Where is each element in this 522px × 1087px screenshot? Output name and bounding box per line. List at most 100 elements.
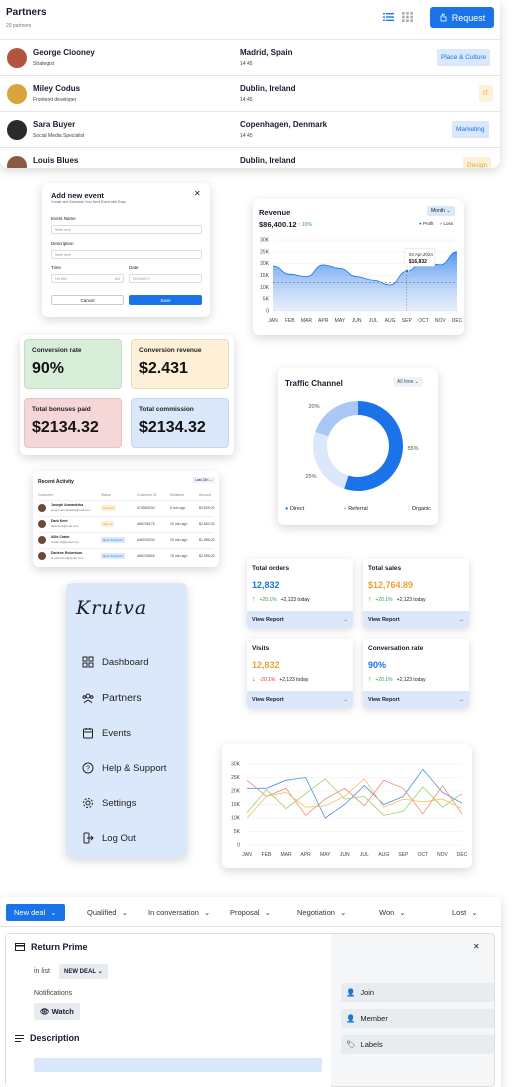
close-icon[interactable]: ✕ (194, 189, 201, 198)
y-tick: 0 (237, 843, 240, 849)
description-input[interactable]: Write here (51, 250, 202, 259)
partner-location: Dublin, Ireland (240, 84, 296, 93)
stat-value: $2134.32 (139, 419, 206, 436)
sidebar-item-logout[interactable]: Log Out (82, 832, 136, 844)
partner-row[interactable]: Sara Buyer Social Media Specialist Copenha… (0, 111, 500, 147)
view-report-link[interactable]: View Report → (363, 691, 469, 708)
event-title: Add new event (51, 191, 104, 200)
stat-label: Total bonuses paid (32, 406, 91, 413)
view-report-link[interactable]: View Report → (363, 611, 469, 628)
description-editor[interactable] (34, 1058, 322, 1072)
partner-row[interactable]: Louis Blues Dublin, Ireland Design (0, 147, 500, 168)
total-pct: +20.1% (259, 596, 277, 603)
list-select[interactable]: NEW DEAL ⌄ (59, 964, 108, 979)
stage-in-conversation[interactable]: In conversation ⌄ (148, 908, 210, 917)
time-input[interactable]: HH:MM AM (51, 274, 124, 283)
chevron-down-icon: ⌄ (97, 969, 103, 975)
in-list-label: in list (34, 968, 50, 975)
traffic-period-select[interactable]: All time ⌄ (393, 377, 423, 387)
watch-button[interactable]: 👁 Watch (34, 1003, 80, 1020)
sidebar-item-events[interactable]: Events (82, 727, 131, 739)
total-change: ↑ +20.1% +2,123 today (368, 676, 426, 683)
view-report-link[interactable]: View Report → (247, 611, 353, 628)
customer-id: #45243234 (137, 538, 155, 542)
request-button[interactable]: Request (430, 7, 494, 28)
period-select[interactable]: Month ⌄ (427, 206, 455, 216)
sidebar-item-help[interactable]: ? Help & Support (82, 762, 166, 774)
revenue-change: ↑ 10% (298, 222, 312, 228)
activity-row[interactable]: Joseph Armandeka joseph.armandeka@mail.co… (38, 500, 215, 515)
amount: $2,056.00 (199, 554, 215, 558)
traffic-card: Traffic Channel All time ⌄ 55% 20% 25% ● D… (278, 368, 438, 525)
arrow-down-icon: ↓ (252, 676, 256, 683)
save-button[interactable]: Save (129, 295, 202, 305)
arrow-right-icon: → (458, 696, 465, 703)
view-report-link[interactable]: View Report → (247, 691, 353, 708)
sidebar-item-label: Help & Support (102, 762, 167, 774)
stage-proposal[interactable]: Proposal ⌄ (230, 908, 271, 917)
close-icon[interactable]: ✕ (473, 942, 480, 951)
avatar (38, 536, 46, 544)
x-tick: AUG (378, 852, 389, 858)
stage-lost[interactable]: Lost ⌄ (452, 908, 477, 917)
request-label: Request (451, 12, 486, 23)
date-input[interactable]: DD/MM/YY (129, 274, 202, 283)
sidebar-item-settings[interactable]: Settings (82, 797, 136, 809)
sidebar-item-label: Events (102, 727, 132, 739)
event-name-input[interactable]: Write here (51, 225, 202, 234)
stat-label: Conversion rate (32, 347, 82, 354)
col-customer: Customer (38, 493, 54, 497)
partners-panel: Partners 20 partners Request George Cloo… (0, 0, 500, 168)
total-card: Conversation rate 90% ↑ +20.1% +2,123 today V… (363, 639, 469, 708)
card-icon (15, 943, 25, 951)
revenue-chart: 30K 25K 20K 15K 10K 5K 0 JAN FEB MAR APR MAY JUN JUL A… (260, 238, 463, 325)
stage-label: In conversation (148, 908, 199, 917)
customer-name: Allie Crater (51, 535, 70, 539)
partner-row[interactable]: George Clooney Strategist Madrid, Spain 14:… (0, 39, 500, 75)
chevron-down-icon: ⌄ (264, 908, 271, 917)
x-tick: JAN (242, 852, 252, 858)
retained-time: 15 min ago (170, 554, 188, 558)
col-status: Status (101, 493, 111, 497)
traffic-period-label: All time (397, 379, 414, 385)
traffic-donut: 55% 20% 25% (305, 401, 419, 491)
avatar (7, 48, 27, 68)
sidebar-item-dashboard[interactable]: Dashboard (82, 656, 148, 668)
list-view-icon[interactable] (383, 12, 394, 22)
chevron-down-icon: ⌄ (471, 908, 478, 917)
sidebar-item-partners[interactable]: Partners (82, 692, 142, 704)
partner-row[interactable]: Miley Codus Frontend developer Dublin, Ire… (0, 75, 500, 111)
text-align-icon (15, 1034, 24, 1042)
view-report-label: View Report (252, 616, 284, 623)
status-badge: Sign in (101, 521, 115, 527)
avatar (7, 120, 27, 140)
status-badge: Member (101, 505, 117, 511)
multi-line-chart: 30K 25K 20K 15K 10K 5K 0JAN FEB MAR APR MAY JUN JUL A… (231, 762, 468, 859)
stage-won[interactable]: Won ⌄ (379, 908, 406, 917)
grid-view-icon[interactable] (402, 12, 413, 22)
activity-row[interactable]: Allie Crater Crater.al@gmail.com New Custo… (38, 532, 215, 547)
cancel-button[interactable]: Cancel (51, 295, 124, 305)
tooltip-point[interactable] (404, 269, 409, 274)
customer-id: #65236178 (137, 522, 155, 526)
arrow-up-icon: ↑ (368, 676, 372, 683)
stage-negotiation[interactable]: Negotiation ⌄ (297, 908, 346, 917)
customer-name: Darlene Robertson (51, 551, 83, 555)
x-tick: SEP (398, 852, 409, 858)
event-name-label: Event Name (51, 216, 76, 221)
partner-location: Dublin, Ireland (240, 156, 296, 165)
x-tick: MAR (301, 318, 313, 324)
stage-qualified[interactable]: Qualified ⌄ (87, 908, 128, 917)
recent-period-select[interactable]: Last 24h ⌄ (192, 477, 216, 483)
stage-new-deal[interactable]: New deal ⌄ (6, 904, 65, 921)
activity-row[interactable]: Darlene Robertson D.robertson@gmail.com Ne… (38, 548, 215, 563)
total-pct: +20.1% (375, 596, 393, 603)
activity-row[interactable]: Dark Kent dark.kent@mail.com Sign in #65236… (38, 516, 215, 531)
labels-button[interactable]: 🏷 Labels (341, 1035, 494, 1054)
recent-period-label: Last 24h (195, 478, 209, 482)
total-pct: -20.1% (259, 676, 276, 683)
join-button[interactable]: 👤 Join (341, 983, 494, 1002)
member-button[interactable]: 👤 Member (341, 1009, 494, 1028)
x-tick: MAY (335, 318, 346, 324)
customer-name: Joseph Armandeka (51, 503, 84, 507)
